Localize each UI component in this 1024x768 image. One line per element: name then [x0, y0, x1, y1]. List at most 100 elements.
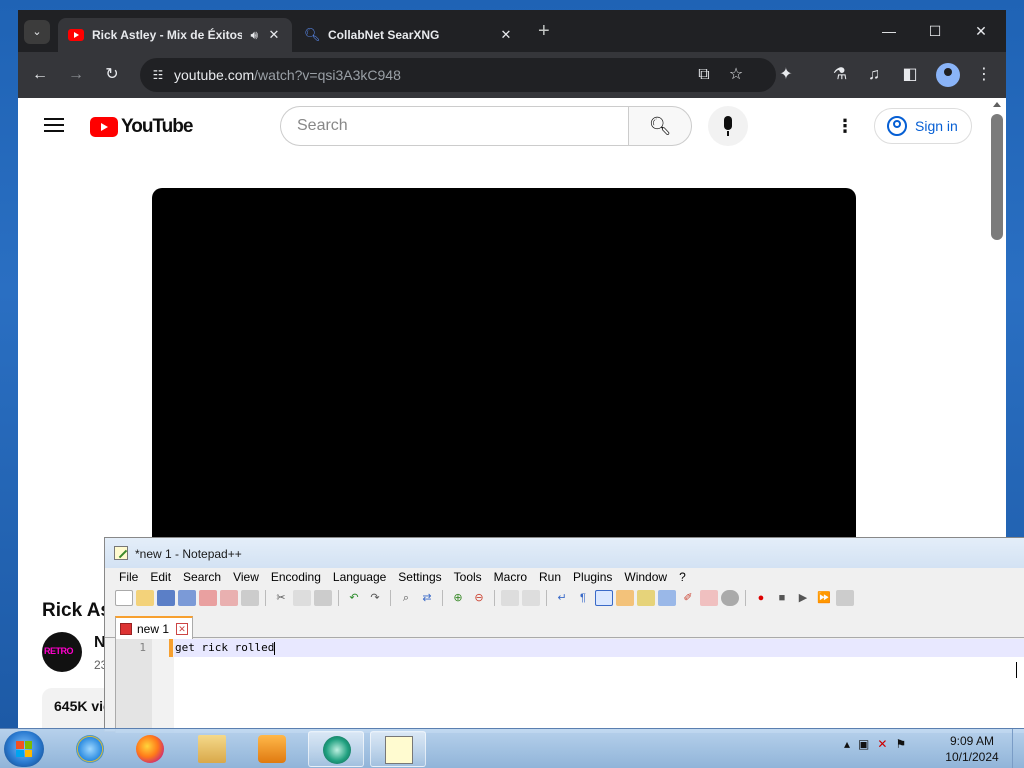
scroll-thumb[interactable]: [991, 114, 1003, 240]
function-list-icon[interactable]: [637, 590, 655, 606]
media-control-icon[interactable]: ♫: [862, 63, 886, 87]
folder-workspace-icon[interactable]: [658, 590, 676, 606]
maximize-button[interactable]: ☐: [912, 16, 958, 46]
labs-flask-icon[interactable]: ⚗: [828, 63, 852, 87]
open-file-icon[interactable]: [136, 590, 154, 606]
firefox-icon[interactable]: [122, 731, 178, 767]
text-editor[interactable]: 1 get rick rolled: [115, 639, 1024, 733]
tab-search-button[interactable]: ⌄: [24, 20, 50, 44]
close-tab-icon[interactable]: ✕: [498, 27, 514, 43]
paste-icon[interactable]: [314, 590, 332, 606]
video-player[interactable]: [152, 188, 856, 568]
app-icon[interactable]: [308, 731, 364, 767]
comment-icon[interactable]: [721, 590, 739, 606]
replace-icon[interactable]: ⇄: [418, 590, 436, 606]
editor-line-text[interactable]: get rick rolled: [175, 641, 276, 655]
tab-searxng[interactable]: 🔍︎ CollabNet SearXNG ✕: [294, 18, 524, 52]
menu-item-search[interactable]: Search: [177, 568, 227, 586]
menu-item-view[interactable]: View: [227, 568, 265, 586]
start-button[interactable]: [4, 731, 44, 767]
close-window-button[interactable]: ✕: [958, 16, 1004, 46]
zoom-out-icon[interactable]: ⊖: [470, 590, 488, 606]
menu-item-run[interactable]: Run: [533, 568, 567, 586]
volume-muted-icon[interactable]: ✕: [877, 737, 887, 751]
install-app-icon[interactable]: ⧉: [692, 63, 716, 87]
menu-item-macro[interactable]: Macro: [488, 568, 533, 586]
new-file-icon[interactable]: [115, 590, 133, 606]
close-all-icon[interactable]: [220, 590, 238, 606]
sign-in-button[interactable]: Sign in: [874, 108, 972, 144]
project-icon[interactable]: [700, 590, 718, 606]
menu-item-window[interactable]: Window: [618, 568, 673, 586]
save-icon[interactable]: [157, 590, 175, 606]
back-icon[interactable]: ←: [28, 63, 52, 87]
sync-vertical-icon[interactable]: [501, 590, 519, 606]
extensions-icon[interactable]: ✦: [774, 63, 798, 87]
clock[interactable]: 9:09 AM 10/1/2024: [940, 733, 1004, 765]
search-input[interactable]: Search: [280, 106, 630, 146]
speaker-icon[interactable]: 🔊︎: [250, 28, 258, 43]
internet-explorer-icon[interactable]: [62, 731, 118, 767]
voice-search-mic-icon[interactable]: [708, 106, 748, 146]
reload-icon[interactable]: ↻: [100, 63, 124, 87]
scroll-up-arrow-icon[interactable]: [993, 102, 1001, 107]
action-center-flag-icon[interactable]: ⚑: [895, 737, 906, 751]
menu-item-tools[interactable]: Tools: [448, 568, 488, 586]
address-bar[interactable]: ☷ youtube.com/watch?v=qsi3A3kC948 ⧉ ☆: [140, 58, 776, 92]
show-desktop-button[interactable]: [1012, 729, 1024, 768]
notepadpp-icon[interactable]: [370, 731, 426, 767]
minimize-button[interactable]: —: [866, 16, 912, 46]
play-macro-icon[interactable]: ▶: [794, 590, 812, 606]
indent-guide-icon[interactable]: [595, 590, 613, 606]
close-document-icon[interactable]: ✕: [176, 622, 188, 635]
save-macro-icon[interactable]: [836, 590, 854, 606]
hamburger-menu-icon[interactable]: [44, 118, 64, 132]
search-button[interactable]: 🔍︎: [628, 106, 692, 146]
copy-icon[interactable]: [293, 590, 311, 606]
site-info-icon[interactable]: ☷: [148, 65, 168, 85]
menu-item-language[interactable]: Language: [327, 568, 392, 586]
menu-item-edit[interactable]: Edit: [144, 568, 177, 586]
menu-item-help[interactable]: ?: [673, 568, 692, 586]
word-wrap-icon[interactable]: ↵: [553, 590, 571, 606]
settings-kebab-icon[interactable]: ⋮: [836, 116, 854, 138]
monitoring-icon[interactable]: ✐: [679, 590, 697, 606]
cut-icon[interactable]: ✂: [272, 590, 290, 606]
title-bar[interactable]: *new 1 - Notepad++: [105, 538, 1024, 568]
new-tab-button[interactable]: +: [538, 20, 550, 42]
sync-horizontal-icon[interactable]: [522, 590, 540, 606]
find-icon[interactable]: ⌕: [397, 590, 415, 606]
save-all-icon[interactable]: [178, 590, 196, 606]
menu-item-encoding[interactable]: Encoding: [265, 568, 327, 586]
show-hidden-icons-icon[interactable]: ▴: [844, 737, 850, 751]
menu-item-file[interactable]: File: [113, 568, 144, 586]
document-tab-new1[interactable]: new 1 ✕: [115, 616, 193, 639]
menu-item-plugins[interactable]: Plugins: [567, 568, 618, 586]
close-tab-icon[interactable]: ✕: [266, 27, 282, 43]
zoom-in-icon[interactable]: ⊕: [449, 590, 467, 606]
channel-avatar[interactable]: RETRO: [42, 632, 82, 672]
network-icon[interactable]: ▣: [858, 737, 869, 751]
stop-macro-icon[interactable]: ■: [773, 590, 791, 606]
toolbar-separator: [494, 590, 495, 606]
menu-item-settings[interactable]: Settings: [392, 568, 447, 586]
url-text[interactable]: youtube.com/watch?v=qsi3A3kC948: [174, 67, 401, 83]
run-macro-multiple-icon[interactable]: ⏩: [815, 590, 833, 606]
print-icon[interactable]: [241, 590, 259, 606]
close-file-icon[interactable]: [199, 590, 217, 606]
youtube-logo[interactable]: YouTube: [90, 116, 193, 138]
bookmark-star-icon[interactable]: ☆: [724, 63, 748, 87]
chrome-menu-icon[interactable]: ⋮: [972, 63, 996, 87]
doc-map-icon[interactable]: [616, 590, 634, 606]
toolbar-separator: [745, 590, 746, 606]
tab-youtube[interactable]: Rick Astley - Mix de Éxitos 🔊︎ ✕: [58, 18, 292, 52]
forward-icon[interactable]: →: [64, 63, 88, 87]
record-macro-icon[interactable]: ●: [752, 590, 770, 606]
redo-icon[interactable]: ↷: [366, 590, 384, 606]
side-panel-icon[interactable]: ◧: [898, 63, 922, 87]
show-all-chars-icon[interactable]: ¶: [574, 590, 592, 606]
profile-avatar-icon[interactable]: [936, 63, 960, 87]
media-player-icon[interactable]: [244, 731, 300, 767]
undo-icon[interactable]: ↶: [345, 590, 363, 606]
file-explorer-icon[interactable]: [184, 731, 240, 767]
